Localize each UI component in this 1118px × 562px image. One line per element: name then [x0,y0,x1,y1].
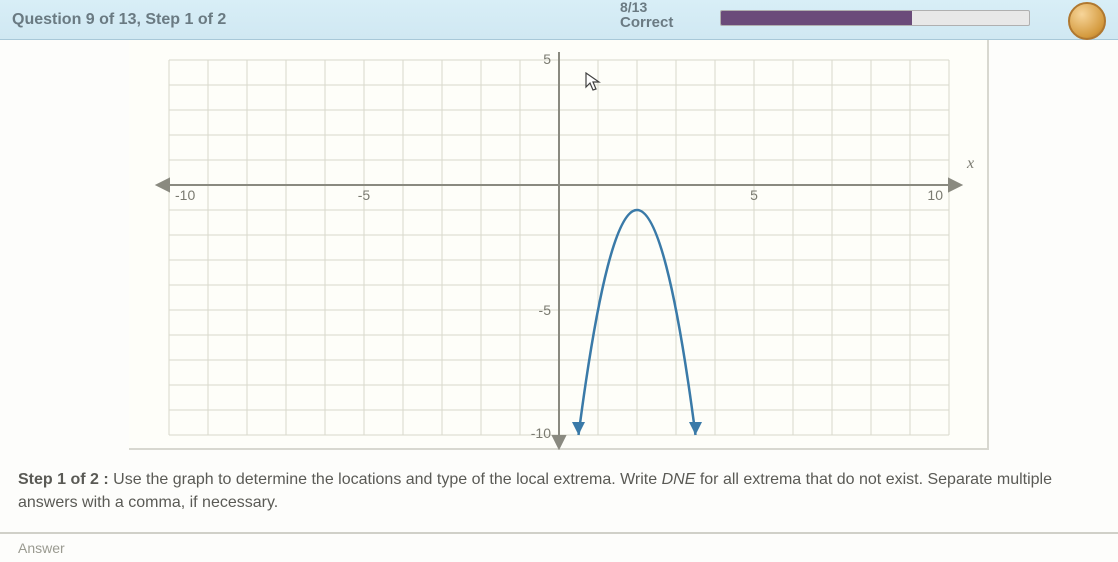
dne-literal: DNE [662,471,696,488]
step-lead: Step 1 of 2 : [18,471,109,488]
tick-y-neg5: -5 [539,302,552,318]
graph-panel[interactable]: -10 -5 5 10 5 -5 -10 x [129,40,989,450]
score-correct-label: Correct [620,15,673,32]
answer-section-header: Answer [0,532,1118,562]
curve-arrow-right-icon [689,422,702,435]
x-axis-arrow-icon [949,179,961,191]
x-axis-arrow-left-icon [157,179,169,191]
answer-label: Answer [18,540,65,556]
tick-y-neg10: -10 [531,425,551,441]
tick-x-neg10: -10 [175,187,195,203]
header-bar: Question 9 of 13, Step 1 of 2 8/13 Corre… [0,0,1118,40]
question-label: Question 9 of 13, Step 1 of 2 [12,11,226,29]
award-badge-icon[interactable] [1068,2,1106,40]
progress-bar [720,10,1030,26]
tick-y-5: 5 [543,51,551,67]
instructions-body-a: Use the graph to determine the locations… [113,471,661,488]
curve-arrow-left-icon [572,422,585,435]
coordinate-plane: -10 -5 5 10 5 -5 -10 x [129,40,989,450]
score-fraction: 8/13 [620,0,673,15]
tick-x-neg5: -5 [358,187,371,203]
progress-fill [721,11,912,25]
step-instructions: Step 1 of 2 : Use the graph to determine… [18,468,1100,514]
x-axis-label: x [966,155,974,172]
y-axis-arrow-down-icon [553,436,565,448]
score-block: 8/13 Correct [620,0,673,32]
tick-x-5: 5 [750,187,758,203]
tick-x-10: 10 [927,187,943,203]
